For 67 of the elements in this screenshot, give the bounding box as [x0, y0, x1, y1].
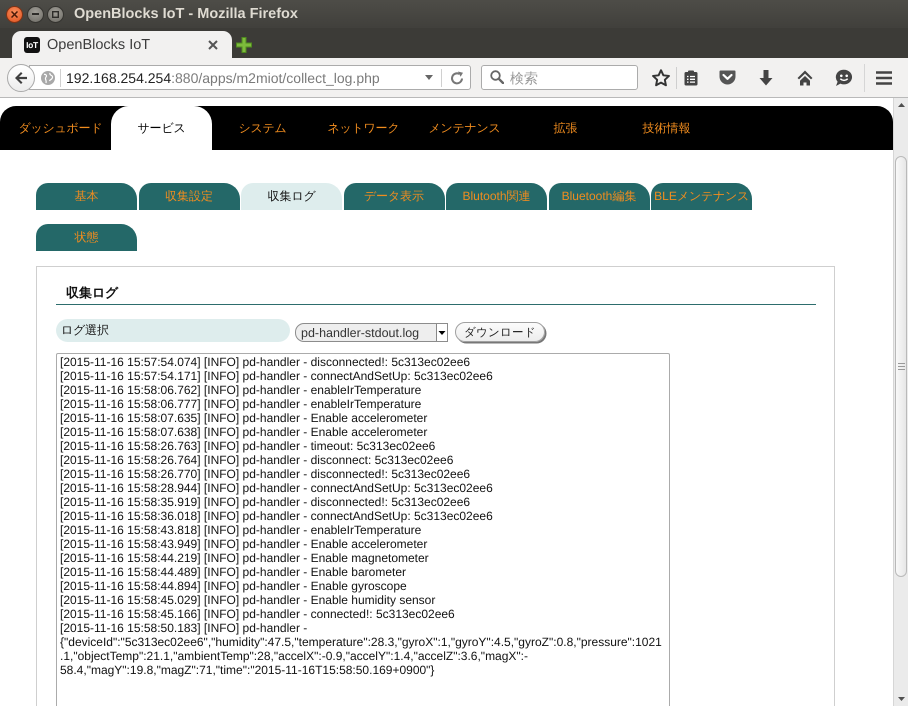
scroll-down-arrow-icon[interactable] [898, 697, 904, 701]
nav-tab[interactable]: システム [212, 106, 313, 150]
log-line: [2015-11-16 15:58:26.770] [INFO] pd-handler - disconnected!: 5c313ec02ee6 [60, 467, 472, 481]
log-line: [2015-11-16 15:58:36.018] [INFO] pd-handler - connectAndSetUp: 5c313ec02ee6 [60, 509, 494, 523]
log-line: [2015-11-16 15:58:45.166] [INFO] pd-handler - connected!: 5c313ec02ee6 [60, 607, 456, 621]
download-icon[interactable] [759, 70, 773, 86]
nav-tab[interactable]: ダッシュボード [10, 106, 111, 150]
close-icon[interactable] [208, 40, 218, 50]
star-icon[interactable] [652, 68, 670, 86]
search-icon [490, 70, 504, 84]
grip-icon [898, 363, 904, 370]
minimize-icon [32, 13, 39, 15]
log-line: 58.4,"magY":19.8,"magZ":71,"time":"2015-11-16T15:58:50.169+0900"} [60, 663, 436, 677]
log-line: [2015-11-16 15:58:06.762] [INFO] pd-handler - enableIrTemperature [60, 383, 422, 397]
nav-tab[interactable]: ネットワーク [313, 106, 414, 150]
log-line: [2015-11-16 15:58:26.763] [INFO] pd-handler - timeout: 5c313ec02ee6 [60, 439, 436, 453]
scrollbar-thumb[interactable] [895, 156, 907, 577]
window-close-button[interactable] [6, 6, 23, 22]
back-arrow-icon [14, 70, 28, 84]
close-icon [11, 10, 18, 18]
log-line: [2015-11-16 15:58:26.764] [INFO] pd-handler - disconnect: 5c313ec02ee6 [60, 453, 454, 467]
scroll-up-arrow-icon[interactable] [898, 103, 904, 107]
log-line: [2015-11-16 15:58:43.818] [INFO] pd-handler - enableIrTemperature [60, 523, 422, 537]
log-line: [2015-11-16 15:58:44.219] [INFO] pd-handler - Enable magnetometer [60, 551, 430, 565]
reload-icon[interactable] [450, 70, 464, 84]
chat-smiley-icon[interactable] [834, 68, 852, 86]
plus-icon[interactable] [236, 36, 252, 52]
log-line: [2015-11-16 15:58:44.489] [INFO] pd-handler - Enable barometer [60, 565, 407, 579]
log-line: [2015-11-16 15:58:06.777] [INFO] pd-handler - enableIrTemperature [60, 397, 422, 411]
clipboard-icon[interactable] [684, 70, 698, 86]
globe-icon [41, 70, 55, 84]
log-line: [2015-11-16 15:57:54.171] [INFO] pd-handler - connectAndSetUp: 5c313ec02ee6 [60, 369, 494, 383]
back-button[interactable] [7, 64, 35, 92]
log-line: [2015-11-16 15:58:28.944] [INFO] pd-handler - connectAndSetUp: 5c313ec02ee6 [60, 481, 494, 495]
browser-tab[interactable]: IoT OpenBlocks IoT [12, 31, 232, 58]
log-line: [2015-11-16 15:57:54.074] [INFO] pd-handler - disconnected!: 5c313ec02ee6 [60, 355, 472, 369]
log-line: [2015-11-16 15:58:43.949] [INFO] pd-handler - Enable accelerometer [60, 537, 428, 551]
log-line: [2015-11-16 15:58:07.638] [INFO] pd-handler - Enable accelerometer [60, 425, 428, 439]
log-line: {"deviceId":"5c313ec02ee6","humidity":47.5,"temperature":28.3,"gyroX":1,"gyroY":4.5,"gyroZ":0.8,"pressure":1021 [60, 635, 663, 649]
log-line: [2015-11-16 15:58:35.919] [INFO] pd-handler - disconnected!: 5c313ec02ee6 [60, 495, 472, 509]
maximize-icon [52, 10, 59, 18]
nav-tab[interactable]: サービス [111, 106, 212, 150]
log-line: .1,"objectTemp":21.1,"ambientTemp":28,"accelX":-0.9,"accelY":1.4,"accelZ":3.6,"magX":- [60, 649, 529, 663]
log-line: [2015-11-16 15:58:07.635] [INFO] pd-handler - Enable accelerometer [60, 411, 428, 425]
nav-tab[interactable]: 技術情報 [616, 106, 717, 150]
field-label: ログ選択 [56, 319, 290, 342]
menu-icon[interactable] [876, 70, 892, 84]
chevron-shield-icon[interactable] [718, 70, 736, 85]
favicon: IoT [24, 36, 40, 52]
log-text-area[interactable] [56, 353, 670, 706]
address-field[interactable]: 192.168.254.254:880/apps/m2miot/collect_log.php [29, 65, 471, 90]
nav-tab[interactable]: メンテナンス [414, 106, 515, 150]
nav-tab[interactable]: 拡張 [515, 106, 616, 150]
log-line: [2015-11-16 15:58:50.183] [INFO] pd-handler - [60, 621, 308, 635]
log-line: [2015-11-16 15:58:44.894] [INFO] pd-handler - Enable gyroscope [60, 579, 408, 593]
download-button[interactable]: ダウンロード [455, 322, 545, 342]
url-text: 192.168.254.254:880/apps/m2miot/collect_log.php [66, 70, 380, 86]
section-heading: 収集ログ [66, 285, 118, 300]
window-title: OpenBlocks IoT - Mozilla Firefox [74, 6, 298, 22]
sub-tab[interactable]: 収集ログ [241, 183, 342, 210]
log-line: [2015-11-16 15:58:45.029] [INFO] pd-handler - Enable humidity sensor [60, 593, 436, 607]
log-file-select[interactable]: pd-handler-stdout.log [295, 323, 448, 342]
home-icon[interactable] [796, 70, 812, 86]
window-maximize-button[interactable] [47, 6, 64, 22]
dropdown-caret-icon[interactable] [425, 75, 433, 80]
search-field[interactable]: 検索 [481, 65, 638, 90]
window-minimize-button[interactable] [27, 6, 44, 22]
